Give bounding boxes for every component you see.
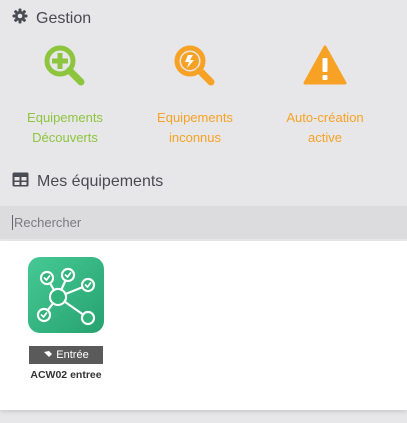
gestion-title: Gestion bbox=[36, 9, 92, 27]
network-node-icon bbox=[28, 257, 104, 333]
door-icon bbox=[43, 346, 53, 364]
equipements-title: Mes équipements bbox=[37, 173, 164, 190]
auto-creation-button[interactable]: Auto-création active bbox=[270, 44, 380, 148]
auto-creation-label: Auto-création active bbox=[286, 110, 364, 145]
search-input[interactable] bbox=[12, 215, 394, 230]
gear-icon bbox=[12, 8, 28, 29]
warning-icon bbox=[303, 44, 347, 88]
discovered-devices-button[interactable]: Equipements Découverts bbox=[10, 44, 120, 148]
unknown-devices-button[interactable]: Equipements inconnus bbox=[140, 44, 250, 148]
equipements-header: Mes équipements bbox=[12, 172, 163, 192]
table-icon bbox=[12, 172, 29, 192]
gestion-header: Gestion bbox=[12, 8, 91, 29]
device-room-badge: Entrée bbox=[29, 346, 103, 364]
device-name: ACW02 entree bbox=[30, 369, 102, 381]
device-card[interactable]: Entrée ACW02 entree bbox=[24, 257, 108, 381]
search-unknown-icon bbox=[173, 44, 217, 88]
unknown-devices-label: Equipements inconnus bbox=[157, 110, 233, 145]
search-plus-icon bbox=[43, 44, 87, 88]
devices-panel: Entrée ACW02 entree bbox=[0, 241, 407, 410]
search-bar bbox=[0, 206, 407, 239]
device-room-label: Entrée bbox=[56, 349, 89, 361]
gestion-actions: Equipements Découverts Equipements incon… bbox=[0, 44, 407, 154]
discovered-devices-label: Equipements Découverts bbox=[27, 110, 103, 145]
